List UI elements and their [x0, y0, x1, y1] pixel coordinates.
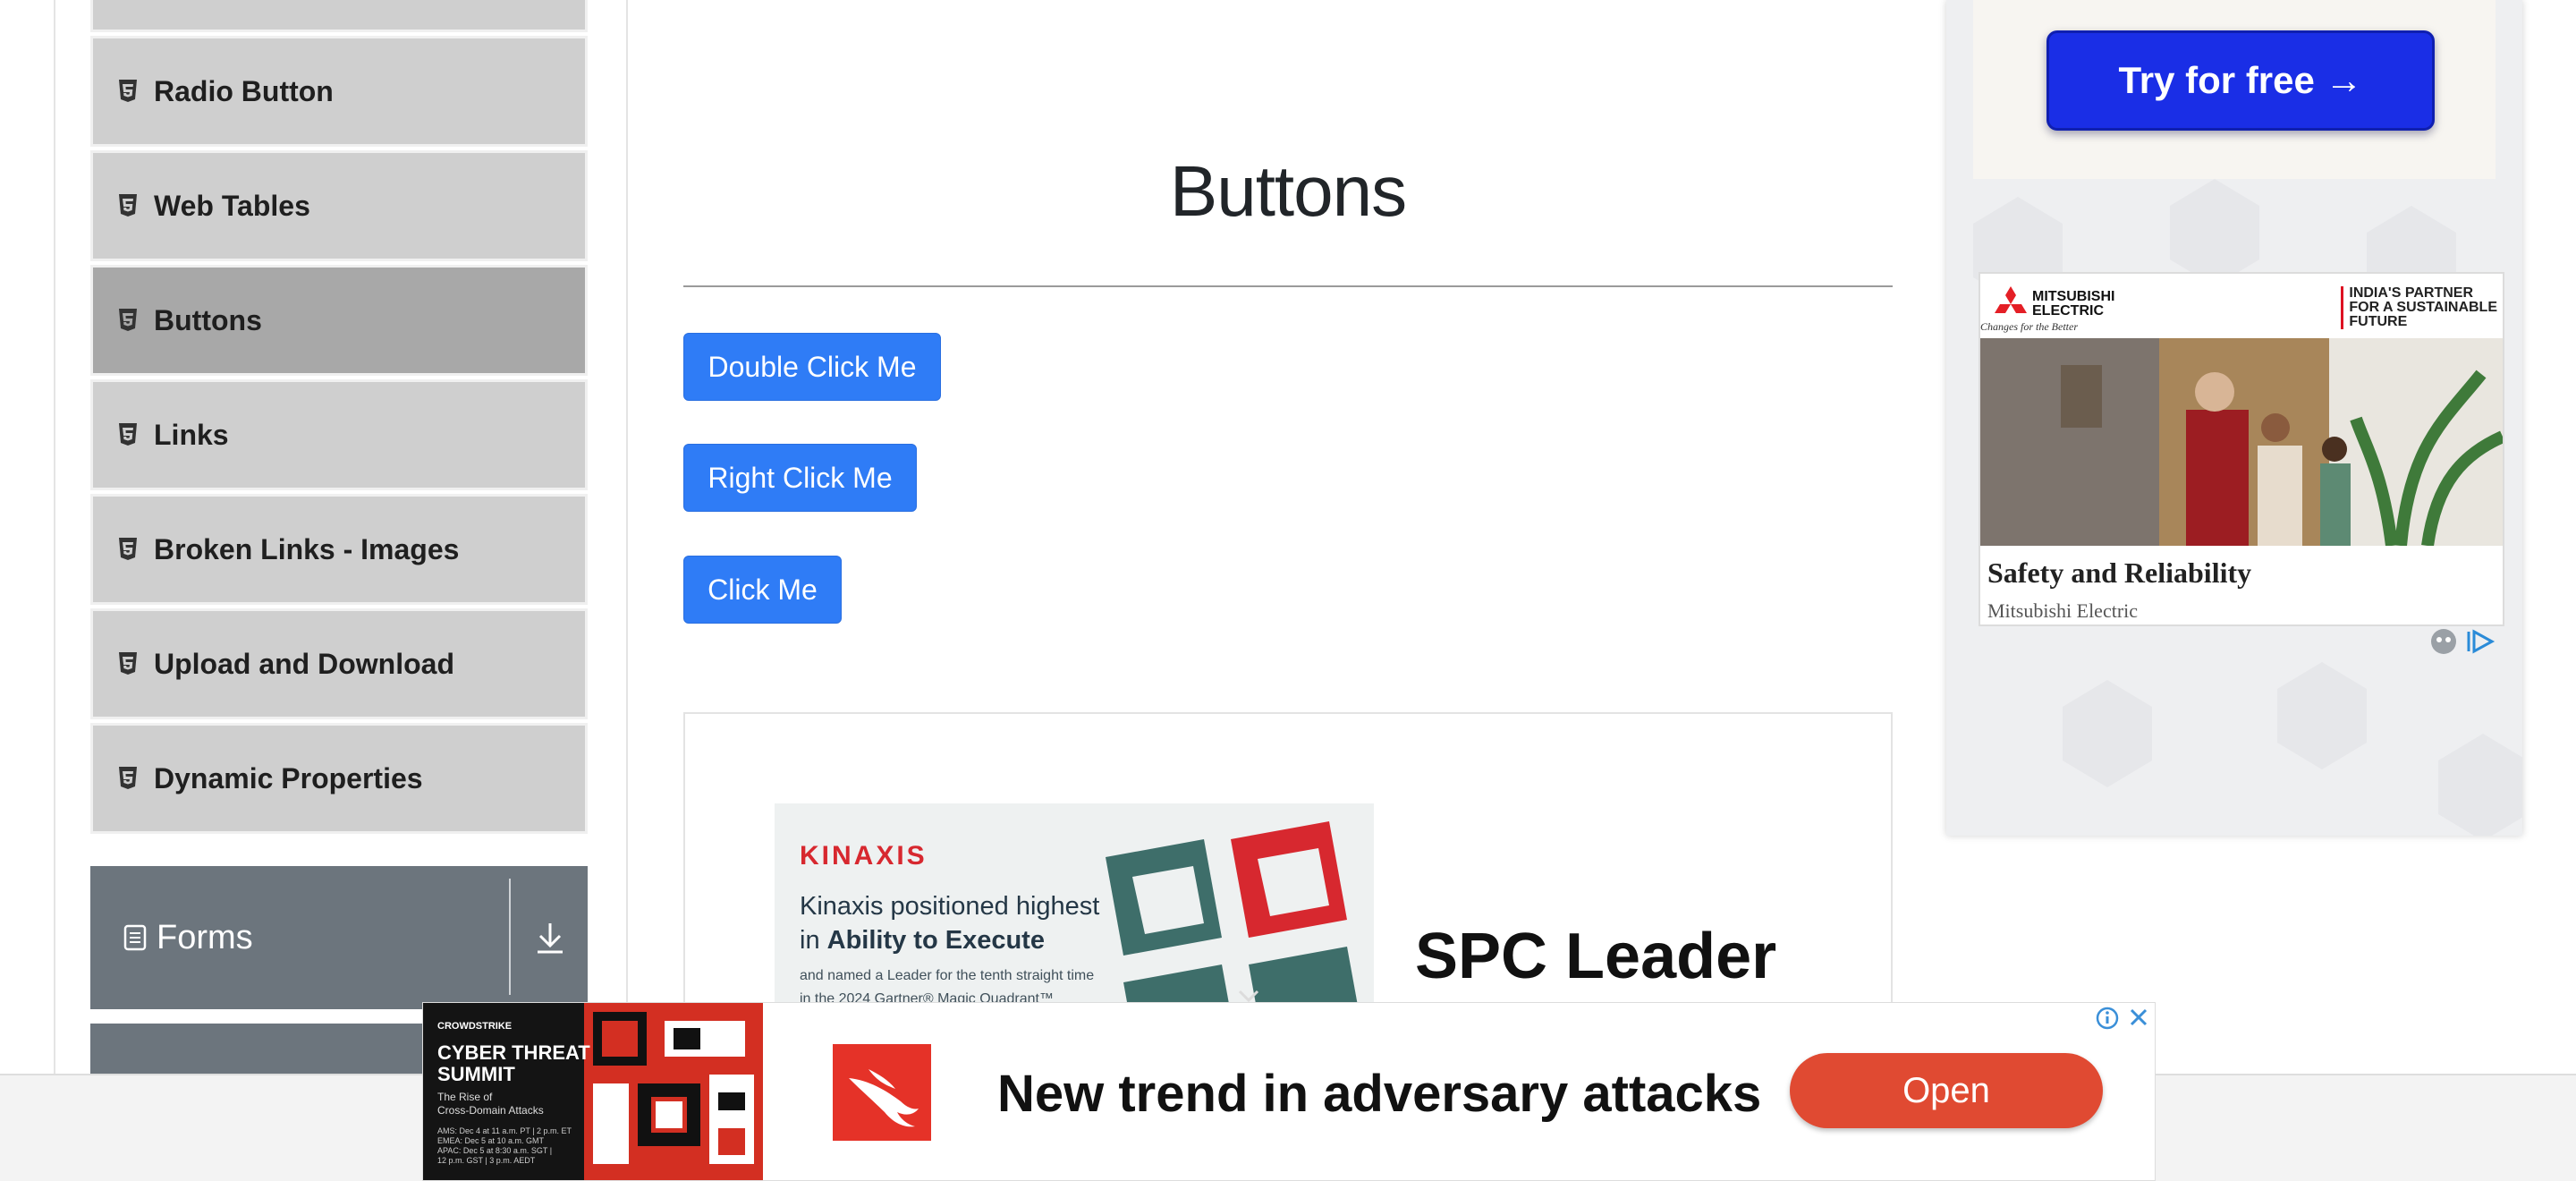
sidebar-item-broken-links[interactable]: Broken Links - Images [90, 494, 588, 605]
partner-line-2: FOR A SUSTAINABLE [2349, 300, 2497, 315]
sidebar-item-links[interactable]: Links [90, 379, 588, 490]
right-click-button[interactable]: Right Click Me [683, 444, 917, 512]
event-line-2: SUMMIT [437, 1063, 515, 1085]
mitsubishi-ad[interactable]: MITSUBISHI ELECTRIC Changes for the Bett… [1979, 272, 2504, 626]
group-divider [509, 879, 511, 995]
kinaxis-subtext-1: and named a Leader for the tenth straigh… [800, 968, 1095, 983]
open-button[interactable]: Open [1790, 1053, 2103, 1128]
html5-icon [119, 767, 137, 789]
document-icon [123, 924, 147, 951]
sidebar-item-label: Upload and Download [154, 647, 454, 680]
sidebar-item-label: Web Tables [154, 189, 310, 222]
close-icon[interactable] [2124, 1005, 2153, 1032]
mitsubishi-brand: MITSUBISHI ELECTRIC [2032, 290, 2114, 319]
html5-icon [119, 652, 137, 675]
mitsubishi-logo-icon [1995, 286, 2027, 313]
click-me-button[interactable]: Click Me [683, 556, 842, 624]
crowdstrike-falcon-logo [833, 1044, 931, 1141]
partner-line-3: FUTURE [2349, 314, 2408, 329]
sidebar-item-label: Links [154, 418, 229, 451]
kinaxis-headline: Kinaxis positioned highest in Ability to… [800, 889, 1099, 957]
html5-icon [119, 538, 137, 560]
sidebar-item-dynamic-properties[interactable]: Dynamic Properties [90, 723, 588, 834]
event-date-4: 12 p.m. GST | 3 p.m. AEDT [437, 1156, 536, 1165]
kinaxis-headline-2-pre: in [800, 926, 827, 955]
double-click-button[interactable]: Double Click Me [683, 333, 941, 401]
kinaxis-headline-2: in Ability to Execute [800, 923, 1099, 957]
bottom-ad-headline: New trend in adversary attacks [997, 1065, 1762, 1123]
crowdstrike-pattern [584, 1003, 763, 1180]
page-title: Buttons [1169, 151, 1407, 231]
event-line-1: CYBER THREAT [437, 1041, 590, 1064]
html5-icon [119, 423, 137, 446]
mitsubishi-tagline: Changes for the Better [1980, 320, 2078, 333]
page: Radio Button Web Tables Buttons Links Br… [0, 0, 2576, 1181]
sidebar-item-label: Buttons [154, 303, 262, 336]
partner-line-1: INDIA'S PARTNER [2349, 285, 2473, 301]
left-border [54, 0, 55, 1074]
sidebar-group-forms[interactable]: Forms [90, 866, 588, 1009]
mitsubishi-brand-1: MITSUBISHI [2032, 289, 2115, 304]
crowdstrike-event-dates: AMS: Dec 4 at 11 a.m. PT | 2 p.m. ET EME… [437, 1126, 572, 1166]
title-divider [683, 285, 1893, 287]
try-for-free-button[interactable]: Try for free → [2046, 30, 2435, 131]
html5-icon [119, 80, 137, 102]
mitsubishi-partner-text: INDIA'S PARTNER FOR A SUSTAINABLE FUTURE [2341, 286, 2497, 329]
sidebar-item-upload-download[interactable]: Upload and Download [90, 608, 588, 719]
html5-icon [119, 309, 137, 331]
adchoices-icon[interactable] [2429, 626, 2501, 657]
sidebar-item-buttons[interactable]: Buttons [90, 265, 588, 376]
crowdstrike-banner: CROWDSTRIKE CYBER THREAT SUMMIT The Rise… [423, 1003, 763, 1180]
crowdstrike-brand: CROWDSTRIKE [437, 1021, 513, 1032]
event-sub-2: Cross-Domain Attacks [437, 1104, 544, 1117]
falcon-icon [849, 1069, 919, 1127]
sidebar-item-label: Radio Button [154, 74, 334, 107]
sidebar-divider [626, 0, 628, 1074]
mitsubishi-ad-advertiser: Mitsubishi Electric [1987, 599, 2139, 622]
event-date-3: APAC: Dec 5 at 8:30 a.m. SGT | [437, 1146, 553, 1155]
mitsubishi-brand-2: ELECTRIC [2032, 303, 2104, 319]
sidebar-item-previous[interactable] [90, 0, 588, 32]
crowdstrike-event-title: CYBER THREAT SUMMIT [437, 1042, 590, 1085]
event-date-2: EMEA: Dec 5 at 10 a.m. GMT [437, 1136, 545, 1145]
info-icon[interactable] [2094, 1005, 2121, 1032]
mitsubishi-ad-title: Safety and Reliability [1987, 557, 2252, 589]
content-ad-side-text: SPC Leader [1415, 921, 1777, 992]
kinaxis-headline-1: Kinaxis positioned highest [800, 892, 1100, 921]
event-sub-1: The Rise of [437, 1091, 493, 1103]
sidebar-group-title: Forms [157, 918, 253, 956]
sidebar-item-label: Broken Links - Images [154, 532, 460, 565]
kinaxis-logo: KINAXIS [800, 841, 928, 871]
right-ad[interactable]: Try for free → MITSUBISHI ELECTRIC Chang… [1946, 0, 2522, 836]
bottom-ad[interactable]: CROWDSTRIKE CYBER THREAT SUMMIT The Rise… [422, 1002, 2156, 1181]
elevator-photo [1980, 338, 2503, 546]
sidebar-item-web-tables[interactable]: Web Tables [90, 150, 588, 261]
kinaxis-headline-2-bold: Ability to Execute [826, 926, 1045, 955]
download-arrow-icon[interactable] [534, 920, 566, 956]
sidebar-item-label: Dynamic Properties [154, 761, 423, 794]
sidebar-item-radio-button[interactable]: Radio Button [90, 36, 588, 147]
event-date-1: AMS: Dec 4 at 11 a.m. PT | 2 p.m. ET [437, 1126, 572, 1135]
crowdstrike-event-subtitle: The Rise of Cross-Domain Attacks [437, 1091, 544, 1117]
html5-icon [119, 194, 137, 217]
